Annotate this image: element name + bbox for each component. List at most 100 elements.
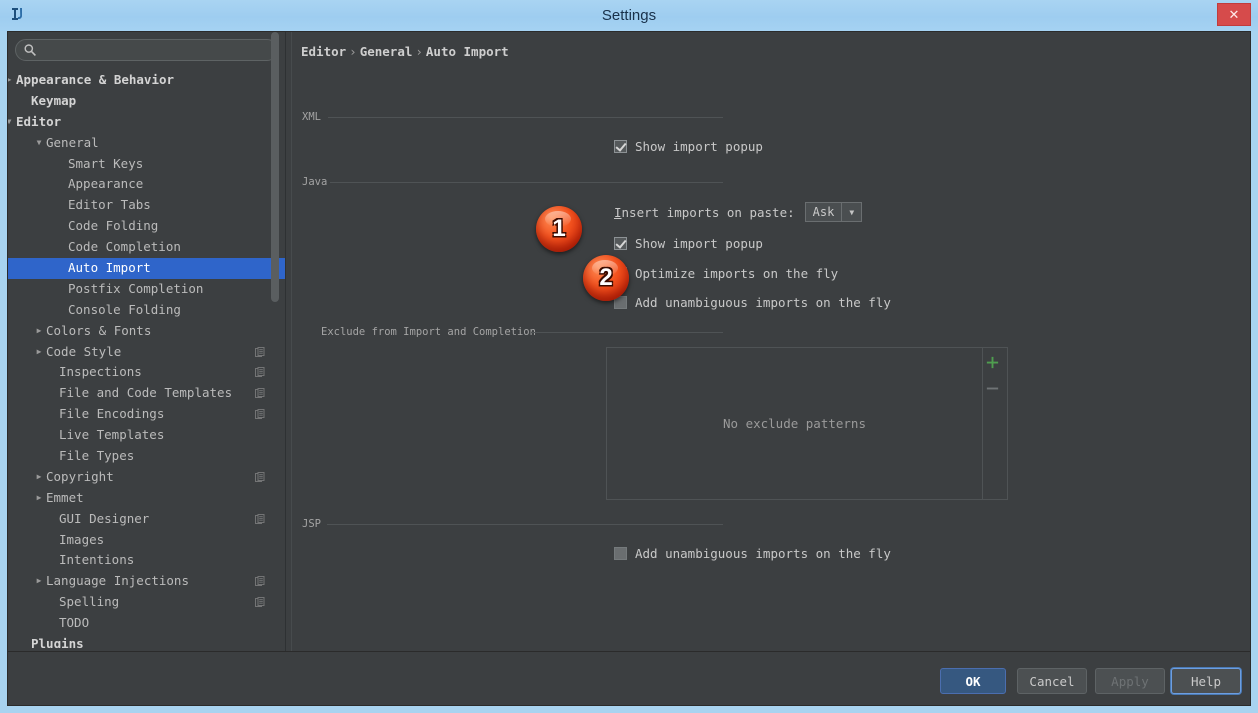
sidebar-scrollbar-thumb[interactable]: [271, 32, 279, 302]
annotation-badge-2: 2: [583, 255, 629, 301]
sidebar-item-label: Smart Keys: [68, 154, 143, 175]
checkbox-indicator-unchecked[interactable]: [614, 547, 627, 560]
sidebar-item-label: Emmet: [46, 488, 84, 509]
sidebar-item-appearance-behavior[interactable]: ▶Appearance & Behavior: [8, 70, 285, 91]
sidebar-item-inspections[interactable]: Inspections: [8, 362, 285, 383]
sidebar-item-label: Intentions: [59, 550, 134, 571]
sidebar-item-copyright[interactable]: ▶Copyright: [8, 467, 285, 488]
sidebar-item-general[interactable]: ▼General: [8, 133, 285, 154]
sidebar-item-label: Editor: [16, 112, 61, 133]
apply-button[interactable]: Apply: [1095, 668, 1165, 694]
section-header-java: Java: [302, 176, 327, 188]
sidebar-item-label: Plugins: [31, 634, 84, 648]
annotation-badge-1-number: 1: [552, 215, 565, 243]
checkbox-label: Add unambiguous imports on the fly: [635, 295, 891, 310]
settings-tree[interactable]: ▶Appearance & BehaviorKeymap▼Editor▼Gene…: [8, 70, 285, 648]
checkbox-java-optimize-imports[interactable]: Optimize imports on the fly: [614, 264, 838, 282]
breadcrumb-part-general: General: [360, 44, 413, 59]
exclude-empty-text: No exclude patterns: [723, 416, 866, 431]
sidebar-item-todo[interactable]: TODO: [8, 613, 285, 634]
chevron-right-icon[interactable]: ▶: [33, 321, 45, 342]
cancel-button[interactable]: Cancel: [1017, 668, 1087, 694]
sidebar-item-label: Copyright: [46, 467, 114, 488]
close-icon[interactable]: ✕: [1217, 3, 1251, 26]
sidebar-item-label: Appearance & Behavior: [16, 70, 174, 91]
title-bar: Settings ✕: [0, 0, 1258, 31]
window-title: Settings: [0, 0, 1258, 31]
sidebar-item-file-encodings[interactable]: File Encodings: [8, 404, 285, 425]
sidebar-item-colors-fonts[interactable]: ▶Colors & Fonts: [8, 321, 285, 342]
sidebar-item-editor-tabs[interactable]: Editor Tabs: [8, 195, 285, 216]
sidebar-divider: [285, 32, 286, 651]
exclude-patterns-list[interactable]: No exclude patterns: [607, 348, 982, 499]
sidebar-item-code-completion[interactable]: Code Completion: [8, 237, 285, 258]
sidebar-item-smart-keys[interactable]: Smart Keys: [8, 154, 285, 175]
chevron-right-icon[interactable]: ▶: [33, 342, 45, 363]
checkbox-jsp-add-unambiguous[interactable]: Add unambiguous imports on the fly: [614, 544, 891, 562]
breadcrumb-part-editor: Editor: [301, 44, 346, 59]
chevron-down-icon[interactable]: ▼: [33, 133, 45, 154]
sidebar-item-code-folding[interactable]: Code Folding: [8, 216, 285, 237]
sidebar-item-keymap[interactable]: Keymap: [8, 91, 285, 112]
sidebar-splitter[interactable]: [291, 32, 292, 651]
sidebar-item-language-injections[interactable]: ▶Language Injections: [8, 571, 285, 592]
breadcrumb-separator-2: ›: [412, 44, 426, 59]
sidebar-item-label: Auto Import: [68, 258, 151, 279]
project-scope-icon: [255, 472, 265, 483]
checkbox-java-show-import-popup[interactable]: Show import popup: [614, 234, 763, 252]
chevron-right-icon[interactable]: ▶: [33, 488, 45, 509]
sidebar-item-label: Editor Tabs: [68, 195, 151, 216]
sidebar-item-emmet[interactable]: ▶Emmet: [8, 488, 285, 509]
sidebar-item-live-templates[interactable]: Live Templates: [8, 425, 285, 446]
sidebar-scrollbar-track[interactable]: [274, 32, 282, 610]
section-rule-java: [330, 182, 723, 183]
dialog-footer: OK Cancel Apply Help: [7, 652, 1251, 706]
sidebar-item-label: Inspections: [59, 362, 142, 383]
chevron-right-icon[interactable]: ▶: [8, 70, 15, 91]
sidebar-item-images[interactable]: Images: [8, 530, 285, 551]
section-header-xml: XML: [302, 111, 321, 123]
sidebar-item-appearance[interactable]: Appearance: [8, 174, 285, 195]
sidebar-item-postfix-completion[interactable]: Postfix Completion: [8, 279, 285, 300]
settings-sidebar: ▶Appearance & BehaviorKeymap▼Editor▼Gene…: [8, 32, 285, 651]
checkbox-xml-show-import-popup[interactable]: Show import popup: [614, 137, 763, 155]
ok-button[interactable]: OK: [940, 668, 1006, 694]
insert-imports-dropdown[interactable]: Ask ▼: [805, 202, 863, 222]
breadcrumb-separator-1: ›: [346, 44, 360, 59]
sidebar-item-file-types[interactable]: File Types: [8, 446, 285, 467]
checkbox-java-add-unambiguous[interactable]: Add unambiguous imports on the fly: [614, 293, 891, 311]
search-input[interactable]: [15, 39, 278, 61]
sidebar-item-auto-import[interactable]: Auto Import: [8, 258, 285, 279]
insert-imports-label-text: nsert imports on paste:: [622, 205, 795, 220]
remove-pattern-button[interactable]: [982, 378, 1002, 398]
sidebar-item-label: Spelling: [59, 592, 119, 613]
sidebar-item-label: Language Injections: [46, 571, 189, 592]
settings-window: Settings ✕ ▶Appearance & BehaviorKeymap▼…: [0, 0, 1258, 713]
sidebar-item-spelling[interactable]: Spelling: [8, 592, 285, 613]
add-pattern-button[interactable]: [982, 352, 1002, 372]
sidebar-item-label: File Encodings: [59, 404, 164, 425]
project-scope-icon: [255, 514, 265, 525]
sidebar-item-editor[interactable]: ▼Editor: [8, 112, 285, 133]
insert-imports-on-paste-row: Insert imports on paste: Ask ▼: [614, 202, 862, 222]
chevron-down-icon[interactable]: ▼: [841, 203, 861, 221]
sidebar-item-file-and-code-templates[interactable]: File and Code Templates: [8, 383, 285, 404]
checkbox-indicator-checked[interactable]: [614, 237, 627, 250]
sidebar-item-code-style[interactable]: ▶Code Style: [8, 342, 285, 363]
sidebar-item-label: Code Folding: [68, 216, 158, 237]
chevron-right-icon[interactable]: ▶: [33, 467, 45, 488]
sidebar-item-gui-designer[interactable]: GUI Designer: [8, 509, 285, 530]
sidebar-item-console-folding[interactable]: Console Folding: [8, 300, 285, 321]
chevron-down-icon[interactable]: ▼: [8, 112, 15, 133]
chevron-right-icon[interactable]: ▶: [33, 571, 45, 592]
checkbox-label: Optimize imports on the fly: [635, 266, 838, 281]
sidebar-item-label: GUI Designer: [59, 509, 149, 530]
search-box[interactable]: [15, 39, 278, 61]
sidebar-item-plugins[interactable]: Plugins: [8, 634, 285, 648]
help-button[interactable]: Help: [1171, 668, 1241, 694]
sidebar-item-label: Keymap: [31, 91, 76, 112]
sidebar-item-intentions[interactable]: Intentions: [8, 550, 285, 571]
project-scope-icon: [255, 597, 265, 608]
breadcrumb-part-auto-import: Auto Import: [426, 44, 509, 59]
checkbox-indicator-checked[interactable]: [614, 140, 627, 153]
